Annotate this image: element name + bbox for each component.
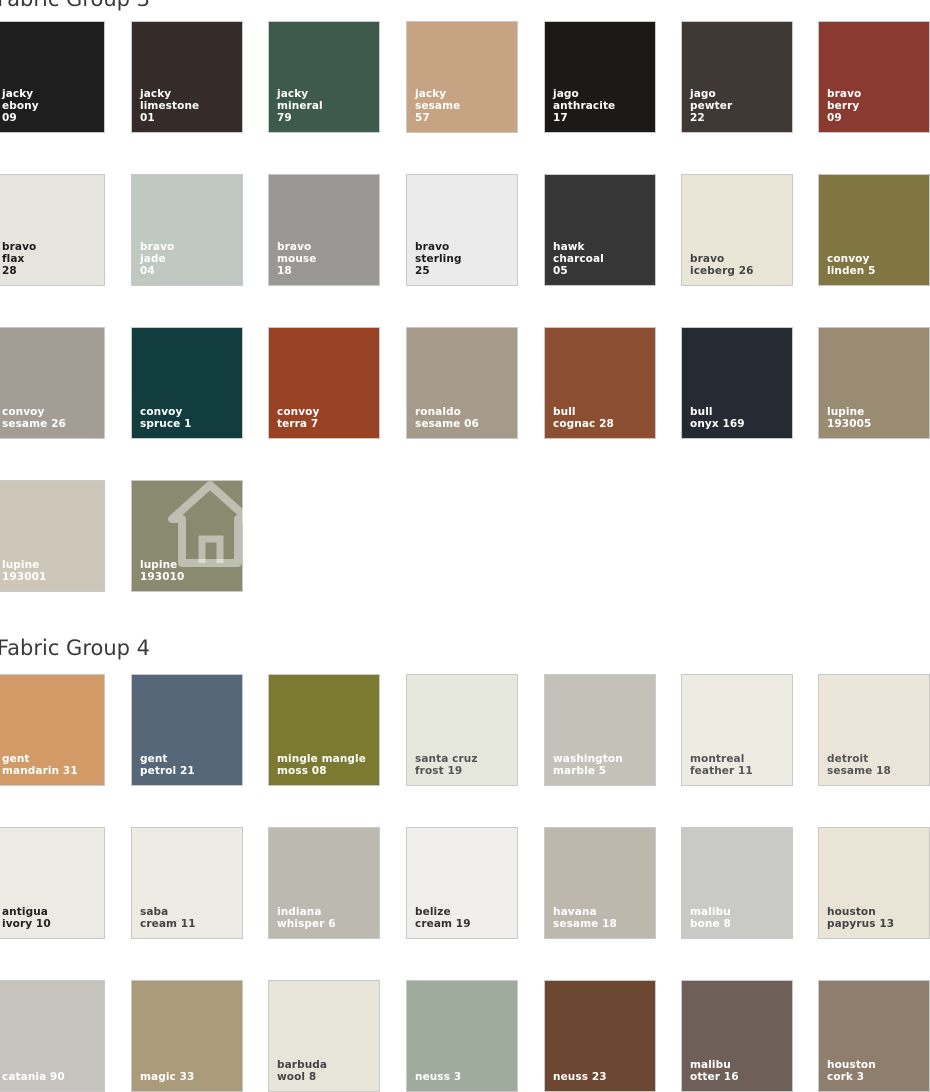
fabric-swatch-label: convoy spruce 1 [140,406,192,430]
fabric-swatch-label: houston papyrus 13 [827,906,895,930]
fabric-swatch-label: jago anthracite 17 [553,88,616,124]
fabric-swatch-label: mingle mangle moss 08 [277,753,366,777]
fabric-swatch-label: neuss 3 [415,1071,462,1083]
fabric-swatch[interactable]: gent petrol 21 [131,674,243,786]
fabric-swatch-label: ronaldo sesame 06 [415,406,479,430]
fabric-swatch[interactable]: catania 90 [0,980,105,1092]
fabric-swatch-label: houston cork 3 [827,1059,876,1083]
fabric-swatch-label: havana sesame 18 [553,906,617,930]
fabric-swatch[interactable]: bravo flax 28 [0,174,105,286]
fabric-swatch-label: bravo flax 28 [2,241,37,277]
fabric-swatch-label: jacky limestone 01 [140,88,200,124]
fabric-swatch-label: bull cognac 28 [553,406,614,430]
fabric-swatch-label: convoy linden 5 [827,253,876,277]
fabric-swatch[interactable]: malibu otter 16 [681,980,793,1092]
fabric-group-4-title: Fabric Group 4 [0,636,151,660]
fabric-group-3-title: Fabric Group 3 [0,0,150,11]
fabric-swatch-label: gent petrol 21 [140,753,195,777]
fabric-swatch[interactable]: magic 33 [131,980,243,1092]
fabric-swatch[interactable]: jago anthracite 17 [544,21,656,133]
fabric-swatch-label: jacky mineral 79 [277,88,323,124]
fabric-swatch[interactable]: houston papyrus 13 [818,827,930,939]
fabric-swatch[interactable]: bull cognac 28 [544,327,656,439]
fabric-swatch[interactable]: saba cream 11 [131,827,243,939]
fabric-swatch[interactable]: hawk charcoal 05 [544,174,656,286]
fabric-swatch[interactable]: indiana whisper 6 [268,827,380,939]
fabric-swatch-label: neuss 23 [553,1071,607,1083]
fabric-swatch-label: lupine 193005 [827,406,872,430]
fabric-swatch-label: lupine 193010 [140,559,185,583]
fabric-swatch-label: barbuda wool 8 [277,1059,328,1083]
fabric-swatch[interactable]: convoy linden 5 [818,174,930,286]
fabric-swatch-label: malibu bone 8 [690,906,731,930]
fabric-swatch[interactable]: jacky mineral 79 [268,21,380,133]
fabric-swatch[interactable]: lupine 193010 [131,480,243,592]
fabric-swatch[interactable]: bull onyx 169 [681,327,793,439]
fabric-swatch-label: malibu otter 16 [690,1059,739,1083]
fabric-swatch-label: antigua ivory 10 [2,906,51,930]
fabric-swatch[interactable]: lupine 193001 [0,480,105,592]
fabric-swatch[interactable]: barbuda wool 8 [268,980,380,1092]
fabric-swatch[interactable]: gent mandarin 31 [0,674,105,786]
fabric-swatch-label: belize cream 19 [415,906,471,930]
fabric-swatch-label: indiana whisper 6 [277,906,336,930]
fabric-swatch[interactable]: jago pewter 22 [681,21,793,133]
fabric-swatch[interactable]: bravo iceberg 26 [681,174,793,286]
fabric-swatch[interactable]: detroit sesame 18 [818,674,930,786]
fabric-swatch[interactable]: bravo mouse 18 [268,174,380,286]
fabric-swatch-label: bravo sterling 25 [415,241,462,277]
fabric-swatch-label: jacky sesame 57 [415,88,461,124]
fabric-swatch[interactable]: bravo jade 04 [131,174,243,286]
fabric-swatch-label: lupine 193001 [2,559,47,583]
fabric-swatch-label: convoy sesame 26 [2,406,66,430]
fabric-swatch[interactable]: jacky sesame 57 [406,21,518,133]
fabric-swatch-label: convoy terra 7 [277,406,320,430]
fabric-swatch[interactable]: neuss 3 [406,980,518,1092]
fabric-swatch[interactable]: convoy sesame 26 [0,327,105,439]
fabric-swatch-label: montreal feather 11 [690,753,753,777]
fabric-swatch[interactable]: bravo sterling 25 [406,174,518,286]
fabric-swatch-label: jago pewter 22 [690,88,733,124]
fabric-swatch[interactable]: antigua ivory 10 [0,827,105,939]
fabric-swatch[interactable]: havana sesame 18 [544,827,656,939]
fabric-swatch-label: magic 33 [140,1071,195,1083]
fabric-swatch[interactable]: montreal feather 11 [681,674,793,786]
fabric-swatch[interactable]: neuss 23 [544,980,656,1092]
fabric-swatch-label: gent mandarin 31 [2,753,78,777]
fabric-swatch-label: detroit sesame 18 [827,753,891,777]
fabric-swatch-label: jacky ebony 09 [2,88,39,124]
fabric-swatch[interactable]: jacky ebony 09 [0,21,105,133]
fabric-swatch[interactable]: jacky limestone 01 [131,21,243,133]
fabric-swatch-label: santa cruz frost 19 [415,753,478,777]
fabric-swatch-label: bravo jade 04 [140,241,175,277]
fabric-swatch[interactable]: convoy spruce 1 [131,327,243,439]
fabric-swatch[interactable]: bravo berry 09 [818,21,930,133]
fabric-swatch[interactable]: houston cork 3 [818,980,930,1092]
fabric-swatch[interactable]: belize cream 19 [406,827,518,939]
fabric-swatch-label: bravo mouse 18 [277,241,317,277]
fabric-swatch[interactable]: convoy terra 7 [268,327,380,439]
fabric-swatch-label: bravo berry 09 [827,88,862,124]
fabric-swatch-label: bull onyx 169 [690,406,745,430]
fabric-swatch-label: bravo iceberg 26 [690,253,754,277]
fabric-swatch[interactable]: santa cruz frost 19 [406,674,518,786]
fabric-swatch-label: saba cream 11 [140,906,196,930]
fabric-swatch-label: hawk charcoal 05 [553,241,604,277]
fabric-swatch[interactable]: lupine 193005 [818,327,930,439]
fabric-swatch[interactable]: mingle mangle moss 08 [268,674,380,786]
fabric-swatch[interactable]: malibu bone 8 [681,827,793,939]
fabric-swatch[interactable]: washington marble 5 [544,674,656,786]
fabric-swatch-label: catania 90 [2,1071,65,1083]
fabric-swatch-label: washington marble 5 [553,753,623,777]
fabric-swatch[interactable]: ronaldo sesame 06 [406,327,518,439]
